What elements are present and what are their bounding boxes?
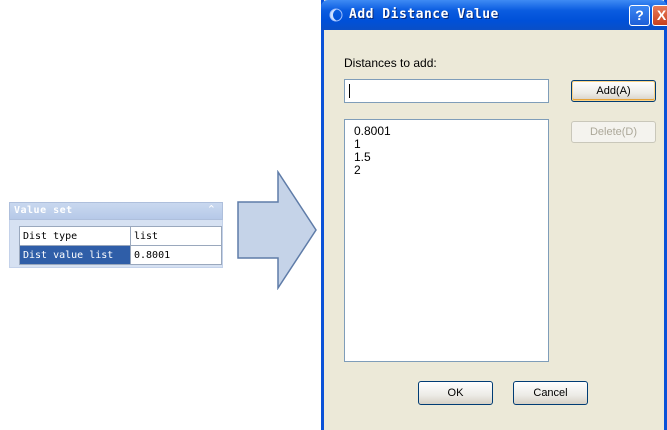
property-key: Dist type <box>19 226 131 246</box>
right-arrow-icon <box>237 170 317 290</box>
property-value[interactable]: list <box>130 226 222 246</box>
add-button[interactable]: Add(A) <box>571 80 656 102</box>
list-item[interactable]: 2 <box>354 164 361 177</box>
add-distance-dialog: Add Distance Value ? X Distances to add:… <box>321 0 667 430</box>
distances-label: Distances to add: <box>344 56 437 70</box>
panel-header[interactable]: Value set ⌃ <box>9 202 223 220</box>
cancel-button[interactable]: Cancel <box>513 381 588 405</box>
property-value[interactable]: 0.8001 <box>130 245 222 265</box>
value-set-panel: Value set ⌃ Dist type list Dist value li… <box>9 202 223 268</box>
property-grid: Dist type list Dist value list 0.8001 <box>19 226 222 265</box>
property-row[interactable]: Dist type list <box>19 226 222 246</box>
collapse-chevron-icon[interactable]: ⌃ <box>207 203 216 216</box>
property-key: Dist value list <box>19 245 131 265</box>
property-row[interactable]: Dist value list 0.8001 <box>19 245 222 265</box>
distance-listbox[interactable]: 0.8001 1 1.5 2 <box>344 119 549 362</box>
ok-button[interactable]: OK <box>418 381 493 405</box>
help-button[interactable]: ? <box>629 5 650 26</box>
text-caret <box>349 84 350 98</box>
close-button[interactable]: X <box>652 5 667 26</box>
panel-title: Value set <box>14 205 73 216</box>
panel-body: Dist type list Dist value list 0.8001 <box>9 220 223 268</box>
delete-button[interactable]: Delete(D) <box>571 121 656 143</box>
dialog-titlebar[interactable]: Add Distance Value ? X <box>321 0 667 30</box>
app-icon <box>329 8 343 22</box>
distance-input[interactable] <box>344 79 549 103</box>
dialog-title: Add Distance Value <box>349 7 499 22</box>
